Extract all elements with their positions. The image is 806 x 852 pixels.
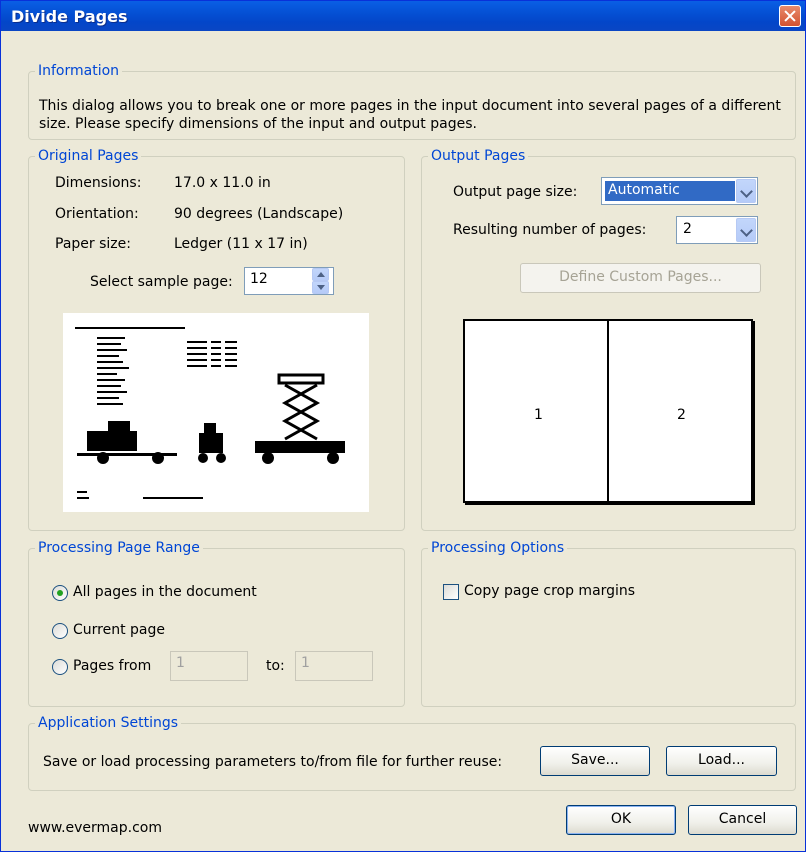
- output-size-value: Automatic: [605, 181, 735, 201]
- output-page-1-label: 1: [534, 407, 543, 423]
- dimensions-label: Dimensions:: [55, 175, 142, 191]
- title-bar[interactable]: Divide Pages: [1, 1, 805, 31]
- dialog-title: Divide Pages: [11, 7, 128, 26]
- orientation-label: Orientation:: [55, 206, 139, 222]
- current-page-label[interactable]: Current page: [73, 622, 165, 638]
- page-range-legend: Processing Page Range: [38, 540, 200, 556]
- spin-down-button[interactable]: [312, 281, 329, 294]
- information-legend: Information: [38, 63, 120, 79]
- page-count-label: Resulting number of pages:: [453, 222, 647, 238]
- divide-pages-dialog: Divide Pages Information This dialog all…: [0, 0, 806, 852]
- copy-margins-checkbox[interactable]: [443, 584, 459, 600]
- paper-size-label: Paper size:: [55, 236, 131, 252]
- website-link[interactable]: www.evermap.com: [28, 820, 162, 836]
- copy-margins-label[interactable]: Copy page crop margins: [464, 583, 635, 599]
- all-pages-label[interactable]: All pages in the document: [73, 584, 257, 600]
- output-page-2: 2: [607, 319, 753, 503]
- spin-up-button[interactable]: [312, 268, 329, 281]
- output-page-1: 1: [463, 319, 611, 503]
- pages-from-input[interactable]: 1: [170, 651, 248, 681]
- output-size-label: Output page size:: [453, 184, 578, 200]
- processing-options-group: Processing Options: [421, 540, 796, 707]
- page-count-select[interactable]: 2: [676, 216, 758, 244]
- page-count-value: 2: [683, 221, 692, 237]
- close-button[interactable]: [779, 5, 801, 27]
- all-pages-radio[interactable]: [52, 585, 68, 601]
- pages-from-value: 1: [176, 655, 185, 671]
- sample-page-spinner: [312, 267, 331, 295]
- pages-to-input[interactable]: 1: [295, 651, 373, 681]
- define-custom-pages-button[interactable]: Define Custom Pages...: [520, 263, 761, 293]
- current-page-radio[interactable]: [52, 623, 68, 639]
- orientation-value: 90 degrees (Landscape): [174, 206, 344, 222]
- save-button[interactable]: Save...: [540, 746, 650, 776]
- cancel-button[interactable]: Cancel: [688, 805, 797, 835]
- ok-button[interactable]: OK: [566, 805, 676, 835]
- output-page-2-label: 2: [677, 407, 686, 423]
- chevron-down-icon[interactable]: [736, 179, 756, 203]
- output-pages-legend: Output Pages: [431, 148, 526, 164]
- original-pages-legend: Original Pages: [38, 148, 139, 164]
- processing-options-legend: Processing Options: [431, 540, 565, 556]
- application-settings-legend: Application Settings: [38, 715, 179, 731]
- application-settings-text: Save or load processing parameters to/fr…: [43, 754, 503, 770]
- information-text: This dialog allows you to break one or m…: [39, 98, 781, 132]
- output-size-select[interactable]: Automatic: [601, 177, 758, 205]
- sample-page-preview: [63, 313, 369, 512]
- chevron-down-icon[interactable]: [736, 218, 756, 242]
- dimensions-value: 17.0 x 11.0 in: [174, 175, 271, 191]
- sample-page-drawing: [75, 327, 345, 499]
- paper-size-value: Ledger (11 x 17 in): [174, 236, 308, 252]
- pages-to-value: 1: [301, 655, 310, 671]
- pages-from-label[interactable]: Pages from: [73, 658, 151, 674]
- sample-page-value: 12: [250, 271, 268, 287]
- load-button[interactable]: Load...: [666, 746, 777, 776]
- sample-page-label: Select sample page:: [90, 274, 233, 290]
- information-group: Information This dialog allows you to br…: [28, 63, 796, 140]
- pages-from-radio[interactable]: [52, 659, 68, 675]
- pages-to-label: to:: [266, 658, 285, 674]
